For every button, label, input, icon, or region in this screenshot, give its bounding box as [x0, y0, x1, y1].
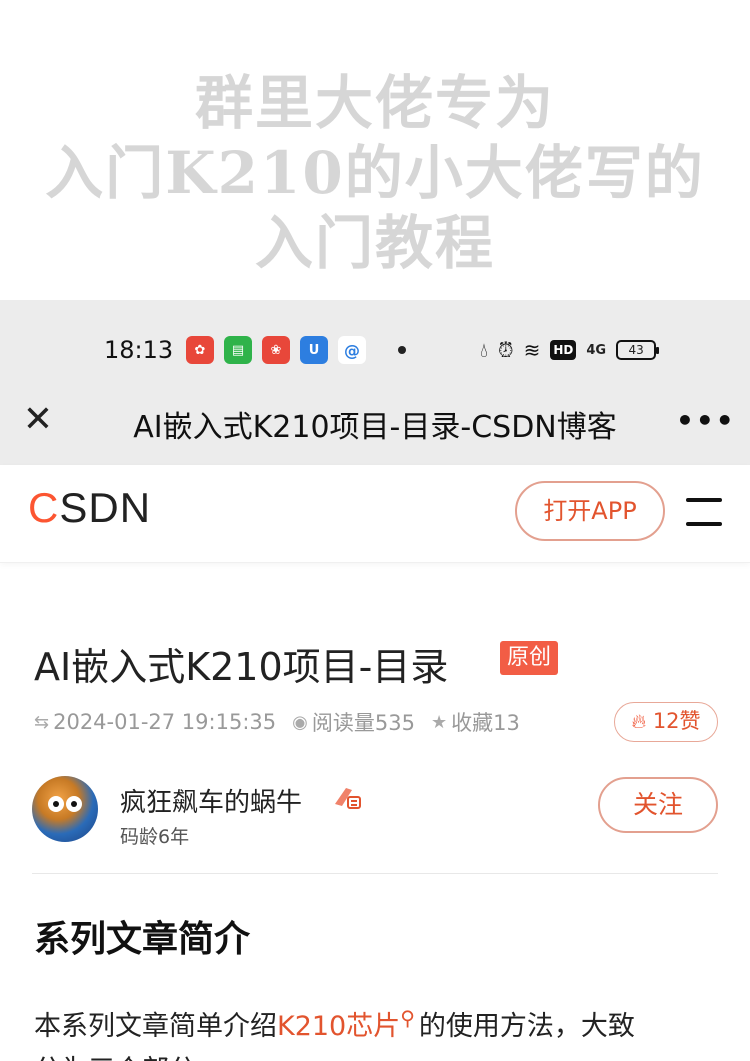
hd-icon: HD [550, 340, 577, 360]
battery-icon: 43 [616, 340, 660, 360]
section-title: 系列文章简介 [34, 919, 251, 960]
k210-chip-link[interactable]: K210芯片 [277, 1011, 400, 1042]
favorite-count: 收藏13 [451, 711, 520, 735]
publish-date: 2024-01-27 19:15:35 [53, 710, 277, 734]
body-paragraph-line-1: 本系列文章简单介绍K210芯片⚲ 的使用方法，大致 [34, 1004, 635, 1043]
status-time: 18:13 [104, 336, 174, 364]
body-text-prefix: 本系列文章简单介绍 [34, 1011, 277, 1042]
system-icons: 💧︎ ⏰︎ ≋ HD 4G 43 [480, 336, 660, 364]
water-drop-icon: 💧︎ [480, 338, 488, 362]
more-notifications-dot [398, 346, 406, 354]
read-count: 阅读量535 [311, 711, 415, 735]
body-text-suffix: 的使用方法，大致 [418, 1011, 635, 1042]
menu-icon[interactable] [686, 498, 722, 526]
app-icon-2: ▤ [224, 336, 252, 364]
page-tab-title: AI嵌入式K210项目-目录-CSDN博客 [133, 410, 617, 445]
csdn-logo[interactable]: CSDN [28, 484, 151, 532]
app-icon-3: ❀ [262, 336, 290, 364]
caption-line-3: 入门教程 [254, 209, 495, 277]
author-avatar[interactable] [32, 776, 98, 842]
search-icon[interactable]: ⚲ [400, 1006, 415, 1030]
like-button[interactable]: 🔥︎ 12赞 [614, 702, 718, 742]
article-title: AI嵌入式K210项目-目录 [34, 645, 449, 689]
divider [32, 873, 718, 874]
logo-rest: SDN [59, 484, 152, 531]
wifi-icon: ≋ [523, 338, 541, 362]
body-paragraph-line-2: 分为三个部分， [34, 1048, 223, 1061]
app-icon-5: @ [338, 336, 366, 364]
blogger-badge-icon [335, 788, 361, 809]
overlay-caption: 群里大佬专为 入门K210的小大佬写的 入门教程 [0, 0, 750, 300]
app-icon-4: U [300, 336, 328, 364]
logo-c: C [28, 484, 60, 531]
alarm-icon: ⏰︎ [498, 338, 514, 362]
close-icon[interactable]: ✕ [20, 400, 56, 440]
eye-icon: ◉ [292, 711, 308, 733]
article-meta: ⇆ 2024-01-27 19:15:35 ◉ 阅读量535 ★ 收藏13 [34, 709, 520, 735]
author-name[interactable]: 疯狂飙车的蜗牛 [120, 782, 302, 819]
edit-icon: ⇆ [34, 711, 50, 733]
open-app-button[interactable]: 打开APP [515, 481, 665, 541]
notification-icons: ✿ ▤ ❀ U @ [186, 336, 406, 364]
like-count: 12赞 [652, 709, 701, 733]
signal-icon: 4G [586, 342, 607, 358]
star-icon: ★ [430, 711, 448, 733]
follow-button[interactable]: 关注 [598, 777, 718, 833]
app-icon-1: ✿ [186, 336, 214, 364]
original-badge: 原创 [500, 641, 559, 675]
flame-icon: 🔥︎ [631, 709, 647, 733]
author-age: 码龄6年 [120, 826, 190, 848]
more-options-icon[interactable]: ••• [676, 404, 736, 437]
